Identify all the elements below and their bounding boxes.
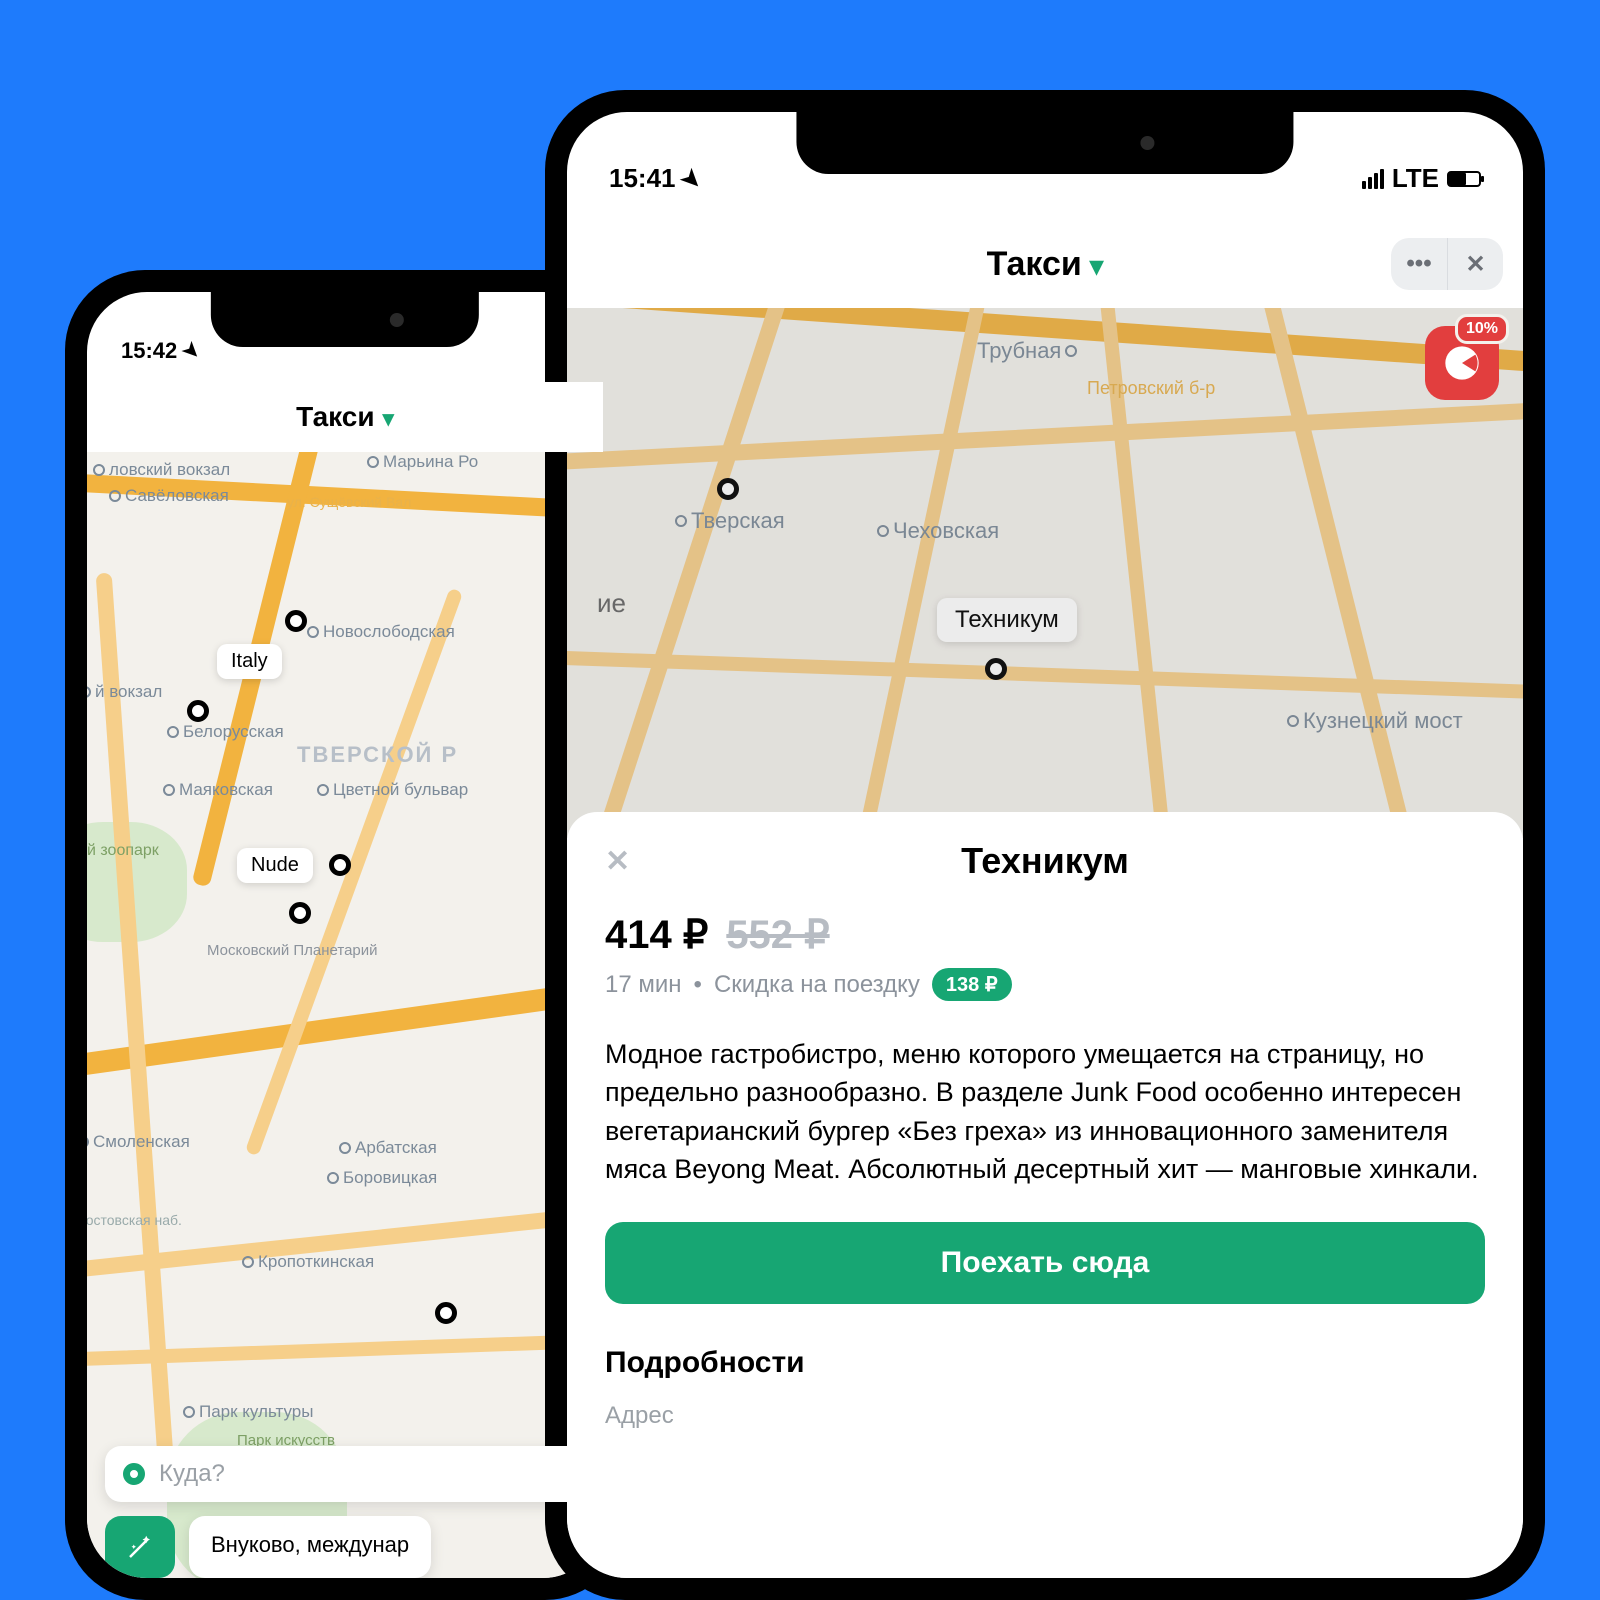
eta: 17 мин <box>605 971 682 999</box>
metro-label: Боровицкая <box>343 1168 437 1188</box>
metro-label: Парк культуры <box>199 1402 313 1422</box>
battery-icon <box>1447 171 1481 187</box>
screen-back: 15:42➤ Такси ▾ ловский вокзал <box>87 292 603 1578</box>
price-meta: 17 мин • Скидка на поездку 138 ₽ <box>605 968 1485 1001</box>
map-label: ловский вокзал <box>109 460 230 480</box>
district-label: ТВЕРСКОЙ Р <box>297 742 458 768</box>
sheet-title: Техникум <box>961 840 1129 881</box>
header-title[interactable]: Такси <box>987 245 1082 284</box>
notch <box>211 292 479 347</box>
app-header: Такси▾ ••• ✕ <box>567 220 1523 308</box>
promo-badge[interactable]: 10% <box>1425 326 1499 400</box>
location-arrow-icon: ➤ <box>674 162 708 196</box>
more-button[interactable]: ••• <box>1391 238 1447 290</box>
poi-marker[interactable] <box>289 902 311 924</box>
app-header: Такси ▾ <box>87 382 603 452</box>
metro-label: Кропоткинская <box>258 1252 374 1272</box>
chevron-down-icon[interactable]: ▾ <box>383 406 394 432</box>
header-title[interactable]: Такси <box>296 401 374 433</box>
location-arrow-icon: ➤ <box>177 337 206 366</box>
status-time: 15:41 <box>609 163 676 194</box>
status-time: 15:42 <box>121 338 177 364</box>
map-label: й вокзал <box>95 682 162 702</box>
road <box>96 573 175 1472</box>
poi-marker[interactable] <box>187 700 209 722</box>
network-label: LTE <box>1392 163 1439 194</box>
close-button[interactable]: ✕ <box>1447 238 1503 290</box>
map[interactable]: Трубная Петровский б-р Тверская Чеховска… <box>567 308 1523 838</box>
map-label: й зоопарк <box>87 842 159 860</box>
magic-button[interactable] <box>105 1516 175 1578</box>
go-here-button[interactable]: Поехать сюда <box>605 1222 1485 1304</box>
suggestion-chip[interactable]: Внуково, междунар <box>189 1516 431 1578</box>
destination-placeholder: Куда? <box>159 1460 225 1488</box>
chevron-down-icon[interactable]: ▾ <box>1090 250 1104 282</box>
street-label: ул. Сущёвский Вал <box>287 494 411 510</box>
place-description: Модное гастробистро, меню которого умеща… <box>605 1035 1485 1188</box>
metro-label: Арбатская <box>355 1138 437 1158</box>
bottom-controls: Куда? Внуково, междунар <box>87 1430 603 1578</box>
destination-input[interactable]: Куда? <box>105 1446 585 1502</box>
notch <box>796 112 1293 174</box>
metro-label: Марьина Ро <box>383 452 478 472</box>
metro-label: Белорусская <box>183 722 284 742</box>
phone-back: 15:42➤ Такси ▾ ловский вокзал <box>65 270 625 1600</box>
details-heading: Подробности <box>605 1346 1485 1380</box>
phone-front: 15:41➤ LTE Такси▾ ••• ✕ <box>545 90 1545 1600</box>
poi-marker[interactable] <box>435 1302 457 1324</box>
map-dim-overlay <box>567 308 1523 838</box>
screen-front: 15:41➤ LTE Такси▾ ••• ✕ <box>567 112 1523 1578</box>
poi-label-nude[interactable]: Nude <box>237 848 313 883</box>
discount-label: Скидка на поездку <box>714 971 920 999</box>
price-row: 414 ₽ 552 ₽ <box>605 912 1485 958</box>
map-label: Ростовская наб. <box>87 1212 182 1228</box>
metro-label: Цветной бульвар <box>333 780 468 800</box>
header-buttons: ••• ✕ <box>1391 238 1503 290</box>
road <box>87 969 603 1077</box>
metro-label: Маяковская <box>179 780 273 800</box>
metro-label: Новослободская <box>323 622 455 642</box>
poi-marker[interactable] <box>329 854 351 876</box>
price-current: 414 ₽ <box>605 912 708 958</box>
promo-pct: 10% <box>1455 314 1509 344</box>
park-area <box>87 822 187 942</box>
place-sheet: ✕ Техникум 414 ₽ 552 ₽ 17 мин • Скидка н… <box>567 812 1523 1578</box>
address-label: Адрес <box>605 1402 1485 1430</box>
poi-label-italy[interactable]: Italy <box>217 644 282 679</box>
map-label: Московский Планетарий <box>207 942 378 959</box>
signal-icon <box>1362 169 1384 189</box>
metro-label: Смоленская <box>93 1132 190 1152</box>
map[interactable]: ловский вокзал Савёловская Марьина Ро Но… <box>87 452 603 1578</box>
origin-dot-icon <box>123 1463 145 1485</box>
sheet-close-button[interactable]: ✕ <box>605 844 630 879</box>
discount-badge: 138 ₽ <box>932 968 1012 1001</box>
metro-label: Савёловская <box>125 486 229 506</box>
price-old: 552 ₽ <box>726 912 829 958</box>
poi-marker[interactable] <box>285 610 307 632</box>
